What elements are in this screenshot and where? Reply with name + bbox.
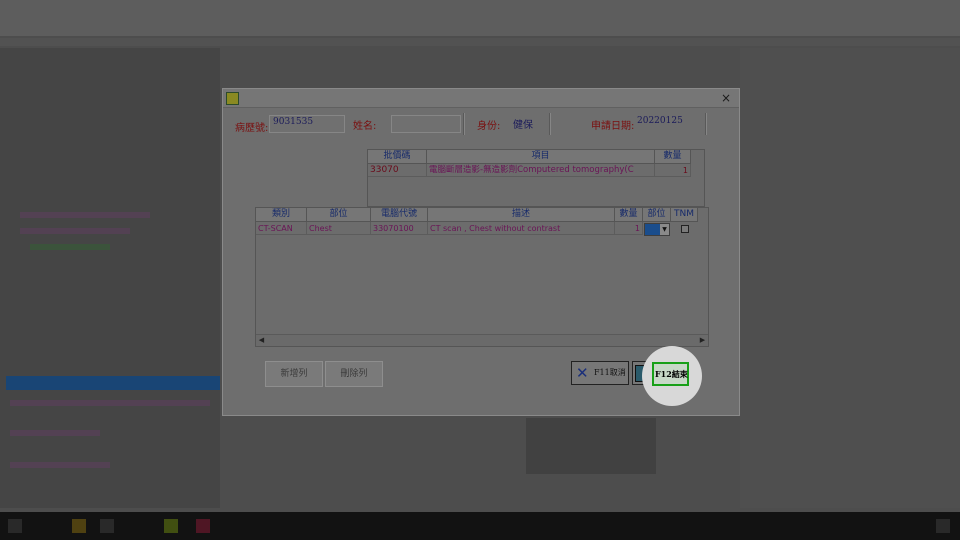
f12-finish-label: F12結束 [655, 369, 688, 379]
description-cell[interactable]: CT scan , Chest without contrast [428, 222, 615, 235]
delete-row-button[interactable]: 刪除列 [325, 361, 383, 387]
scroll-left-icon[interactable]: ◀ [256, 335, 267, 346]
category-cell[interactable]: CT-SCAN [256, 222, 307, 235]
column-header[interactable]: 描述 [428, 208, 615, 222]
quantity-cell[interactable]: 1 [615, 222, 643, 235]
chart-no-label: 病歷號: [235, 123, 269, 134]
site-cell[interactable]: Chest [307, 222, 371, 235]
separator [463, 113, 465, 135]
f12-finish-button[interactable]: F12結束 [652, 362, 689, 386]
tnm-checkbox[interactable] [681, 225, 689, 233]
add-row-button[interactable]: 新增列 [265, 361, 323, 387]
identity-value: 健保 [513, 120, 533, 131]
column-header[interactable]: TNM [671, 208, 698, 222]
chart-no-value: 9031535 [273, 117, 314, 127]
close-button[interactable]: × [719, 91, 733, 105]
site-select[interactable]: ▼ [644, 223, 670, 236]
app-icon [226, 92, 239, 105]
separator [705, 113, 707, 135]
column-header[interactable]: 數量 [655, 150, 691, 164]
column-header[interactable]: 數量 [615, 208, 643, 222]
identity-label: 身份: [477, 121, 501, 132]
name-label: 姓名: [353, 121, 377, 132]
column-header[interactable]: 部位 [307, 208, 371, 222]
exam-table: 類別 部位 電腦代號 描述 數量 部位 TNM CT-SCAN Chest 33… [255, 207, 709, 347]
f11-cancel-button[interactable]: ✕ F11取消 [571, 361, 629, 385]
dialog-titlebar[interactable]: × [223, 89, 739, 108]
computer-code-cell[interactable]: 33070100 [371, 222, 428, 235]
column-header[interactable]: 電腦代號 [371, 208, 428, 222]
column-header[interactable]: 部位 [643, 208, 671, 222]
billing-item-cell[interactable]: 電腦斷層造影-無造影劑Computered tomography(C [427, 164, 655, 177]
billing-table: 批價碼 項目 數量 33070 電腦斷層造影-無造影劑Computered to… [367, 149, 705, 207]
separator [549, 113, 551, 135]
billing-qty-cell[interactable]: 1 [655, 164, 691, 177]
scroll-right-icon[interactable]: ▶ [697, 335, 708, 346]
apply-date-label: 申請日期: [591, 121, 635, 132]
column-header[interactable]: 項目 [427, 150, 655, 164]
chevron-down-icon[interactable]: ▼ [660, 224, 669, 235]
horizontal-scrollbar[interactable]: ◀ ▶ [256, 334, 708, 346]
column-header[interactable]: 類別 [256, 208, 307, 222]
column-header[interactable]: 批價碼 [368, 150, 427, 164]
name-field[interactable] [391, 115, 461, 133]
apply-date-value: 20220125 [637, 116, 683, 126]
cancel-x-icon: ✕ [576, 364, 589, 382]
billing-code-cell[interactable]: 33070 [368, 164, 427, 177]
f11-cancel-label: F11取消 [594, 368, 626, 377]
